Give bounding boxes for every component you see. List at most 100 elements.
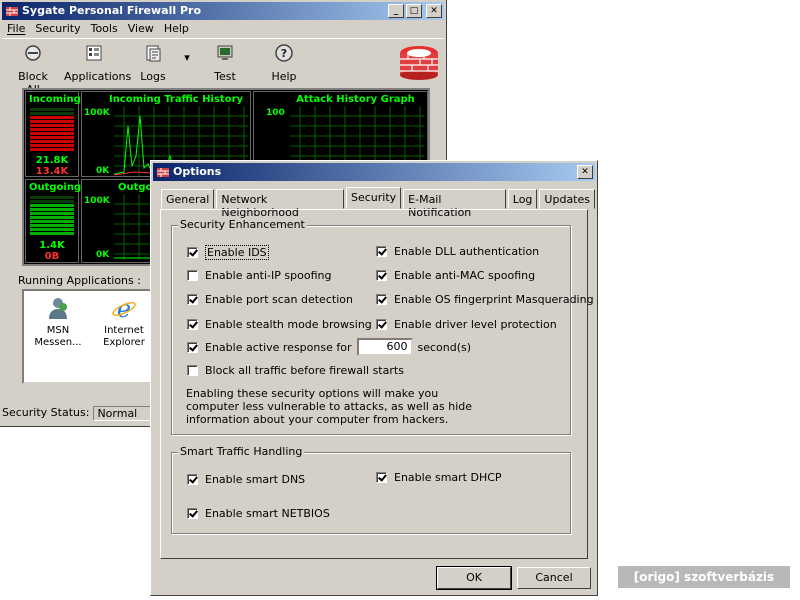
smart-dns-label: Enable smart DNS bbox=[205, 473, 306, 486]
chevron-down-icon: ▾ bbox=[184, 51, 190, 64]
menu-security[interactable]: Security bbox=[30, 21, 85, 37]
app-ie-name-cont: Explorer bbox=[103, 337, 145, 348]
stealth-mode-label: Enable stealth mode browsing bbox=[205, 318, 372, 331]
app-ie-name: Internet bbox=[104, 325, 144, 336]
active-response-checkbox[interactable]: Enable active response for 600 second(s) bbox=[187, 338, 471, 356]
incoming-meter: Incoming 21.8K 13.4K bbox=[25, 91, 81, 177]
smart-netbios-check[interactable] bbox=[187, 508, 198, 519]
main-window-title: Sygate Personal Firewall Pro bbox=[22, 4, 202, 17]
minimize-button[interactable]: _ bbox=[388, 4, 404, 18]
outgoing-history-ymin: 0K bbox=[96, 250, 110, 260]
enable-ids-checkbox[interactable]: Enable IDS bbox=[187, 245, 269, 260]
tab-log[interactable]: Log bbox=[507, 189, 538, 209]
help-label: Help bbox=[271, 70, 297, 83]
dll-authentication-check[interactable] bbox=[376, 246, 387, 257]
os-fingerprint-label: Enable OS fingerprint Masquerading bbox=[394, 293, 594, 306]
dll-authentication-checkbox[interactable]: Enable DLL authentication bbox=[376, 245, 539, 258]
smart-dhcp-checkbox[interactable]: Enable smart DHCP bbox=[376, 471, 502, 484]
running-applications-label: Running Applications : bbox=[18, 274, 141, 287]
block-all-traffic-checkbox[interactable]: Block all traffic before firewall starts bbox=[187, 364, 404, 377]
anti-mac-spoofing-checkbox[interactable]: Enable anti-MAC spoofing bbox=[376, 269, 535, 282]
running-applications-list[interactable]: MSN Messen... e Internet Explorer bbox=[22, 289, 152, 384]
cancel-button[interactable]: Cancel bbox=[517, 567, 591, 589]
ok-button[interactable]: OK bbox=[436, 566, 512, 590]
menu-tools[interactable]: Tools bbox=[86, 21, 123, 37]
active-response-seconds-input[interactable]: 600 bbox=[357, 338, 414, 356]
attack-history-ymax: 100 bbox=[266, 108, 285, 118]
smart-dhcp-label: Enable smart DHCP bbox=[394, 471, 502, 484]
incoming-history-ymax: 100K bbox=[84, 108, 110, 118]
app-msn-name-cont: Messen... bbox=[34, 337, 82, 348]
options-close-button[interactable]: ✕ bbox=[577, 165, 593, 179]
app-msn-name: MSN bbox=[46, 325, 70, 336]
block-all-traffic-label: Block all traffic before firewall starts bbox=[205, 364, 404, 377]
help-icon: ? bbox=[275, 44, 293, 62]
driver-level-protection-checkbox[interactable]: Enable driver level protection bbox=[376, 318, 557, 331]
os-fingerprint-check[interactable] bbox=[376, 294, 387, 305]
block-icon bbox=[25, 45, 41, 61]
smart-netbios-checkbox[interactable]: Enable smart NETBIOS bbox=[187, 507, 330, 520]
driver-level-protection-check[interactable] bbox=[376, 319, 387, 330]
port-scan-detection-check[interactable] bbox=[187, 294, 198, 305]
incoming-history-ymin: 0K bbox=[96, 166, 110, 176]
block-all-traffic-check[interactable] bbox=[187, 365, 198, 376]
os-fingerprint-checkbox[interactable]: Enable OS fingerprint Masquerading bbox=[376, 293, 594, 306]
close-button[interactable]: ✕ bbox=[426, 4, 442, 18]
tab-security[interactable]: Security bbox=[345, 187, 402, 209]
applications-button[interactable]: Applications bbox=[64, 43, 131, 83]
smart-dns-check[interactable] bbox=[187, 474, 198, 485]
applications-icon bbox=[86, 45, 102, 61]
smart-dhcp-check[interactable] bbox=[376, 472, 387, 483]
active-response-check[interactable] bbox=[187, 341, 198, 353]
incoming-history-title: Incoming Traffic History bbox=[108, 94, 244, 105]
options-app-icon bbox=[157, 168, 169, 177]
app-icon bbox=[6, 7, 18, 16]
anti-mac-spoofing-check[interactable] bbox=[376, 270, 387, 281]
enable-ids-label: Enable IDS bbox=[205, 245, 269, 260]
main-title-bar[interactable]: Sygate Personal Firewall Pro _ □ ✕ bbox=[2, 2, 444, 20]
status-bar: Security Status: Normal bbox=[2, 406, 162, 421]
logs-label: Logs bbox=[140, 70, 166, 83]
anti-ip-spoofing-checkbox[interactable]: Enable anti-IP spoofing bbox=[187, 269, 331, 282]
smart-traffic-label: Smart Traffic Handling bbox=[178, 445, 305, 458]
stealth-mode-check[interactable] bbox=[187, 319, 198, 330]
menu-file[interactable]: File bbox=[2, 21, 30, 37]
tab-general[interactable]: General bbox=[161, 189, 215, 209]
options-title-bar[interactable]: Options ✕ bbox=[153, 163, 595, 181]
smart-traffic-group: Smart Traffic Handling bbox=[171, 445, 571, 534]
svg-text:e: e bbox=[117, 295, 131, 321]
stealth-mode-checkbox[interactable]: Enable stealth mode browsing bbox=[187, 318, 372, 331]
tab-email-notification[interactable]: E-Mail Notification bbox=[403, 189, 506, 219]
applications-label: Applications bbox=[64, 70, 132, 83]
attack-history-title: Attack History Graph bbox=[296, 94, 415, 105]
options-tabs: General Network Neighborhood Security E-… bbox=[161, 187, 597, 219]
menu-help[interactable]: Help bbox=[159, 21, 194, 37]
tab-updates[interactable]: Updates bbox=[539, 189, 595, 209]
test-icon bbox=[217, 45, 233, 60]
security-enhancement-label: Security Enhancement bbox=[178, 218, 307, 231]
menu-bar: File Security Tools View Help bbox=[2, 21, 194, 37]
msn-messenger-icon bbox=[49, 298, 67, 319]
anti-ip-spoofing-check[interactable] bbox=[187, 270, 198, 281]
options-title: Options bbox=[173, 165, 222, 178]
sygate-logo-icon bbox=[400, 46, 438, 80]
active-response-unit: second(s) bbox=[417, 340, 472, 354]
security-status-label: Security Status: bbox=[2, 406, 90, 419]
app-internet-explorer[interactable]: e Internet Explorer bbox=[96, 295, 152, 349]
enable-ids-check[interactable] bbox=[187, 247, 198, 258]
tab-network-neighborhood[interactable]: Network Neighborhood bbox=[216, 189, 344, 219]
incoming-value: 21.8K bbox=[35, 155, 69, 166]
menu-view[interactable]: View bbox=[123, 21, 159, 37]
logs-dropdown[interactable]: ▾ bbox=[182, 51, 192, 64]
logs-icon bbox=[146, 45, 161, 62]
logs-button[interactable]: Logs bbox=[136, 43, 170, 83]
port-scan-detection-checkbox[interactable]: Enable port scan detection bbox=[187, 293, 353, 306]
help-button[interactable]: ? Help bbox=[268, 43, 300, 83]
toolbar: Block All Applications Logs ▾ Test ? Hel… bbox=[2, 38, 444, 96]
app-msn-messenger[interactable]: MSN Messen... bbox=[30, 295, 86, 349]
maximize-button[interactable]: □ bbox=[406, 4, 422, 18]
internet-explorer-icon: e bbox=[112, 295, 136, 323]
test-button[interactable]: Test bbox=[208, 43, 242, 83]
incoming-title: Incoming bbox=[29, 94, 81, 105]
smart-dns-checkbox[interactable]: Enable smart DNS bbox=[187, 473, 305, 486]
